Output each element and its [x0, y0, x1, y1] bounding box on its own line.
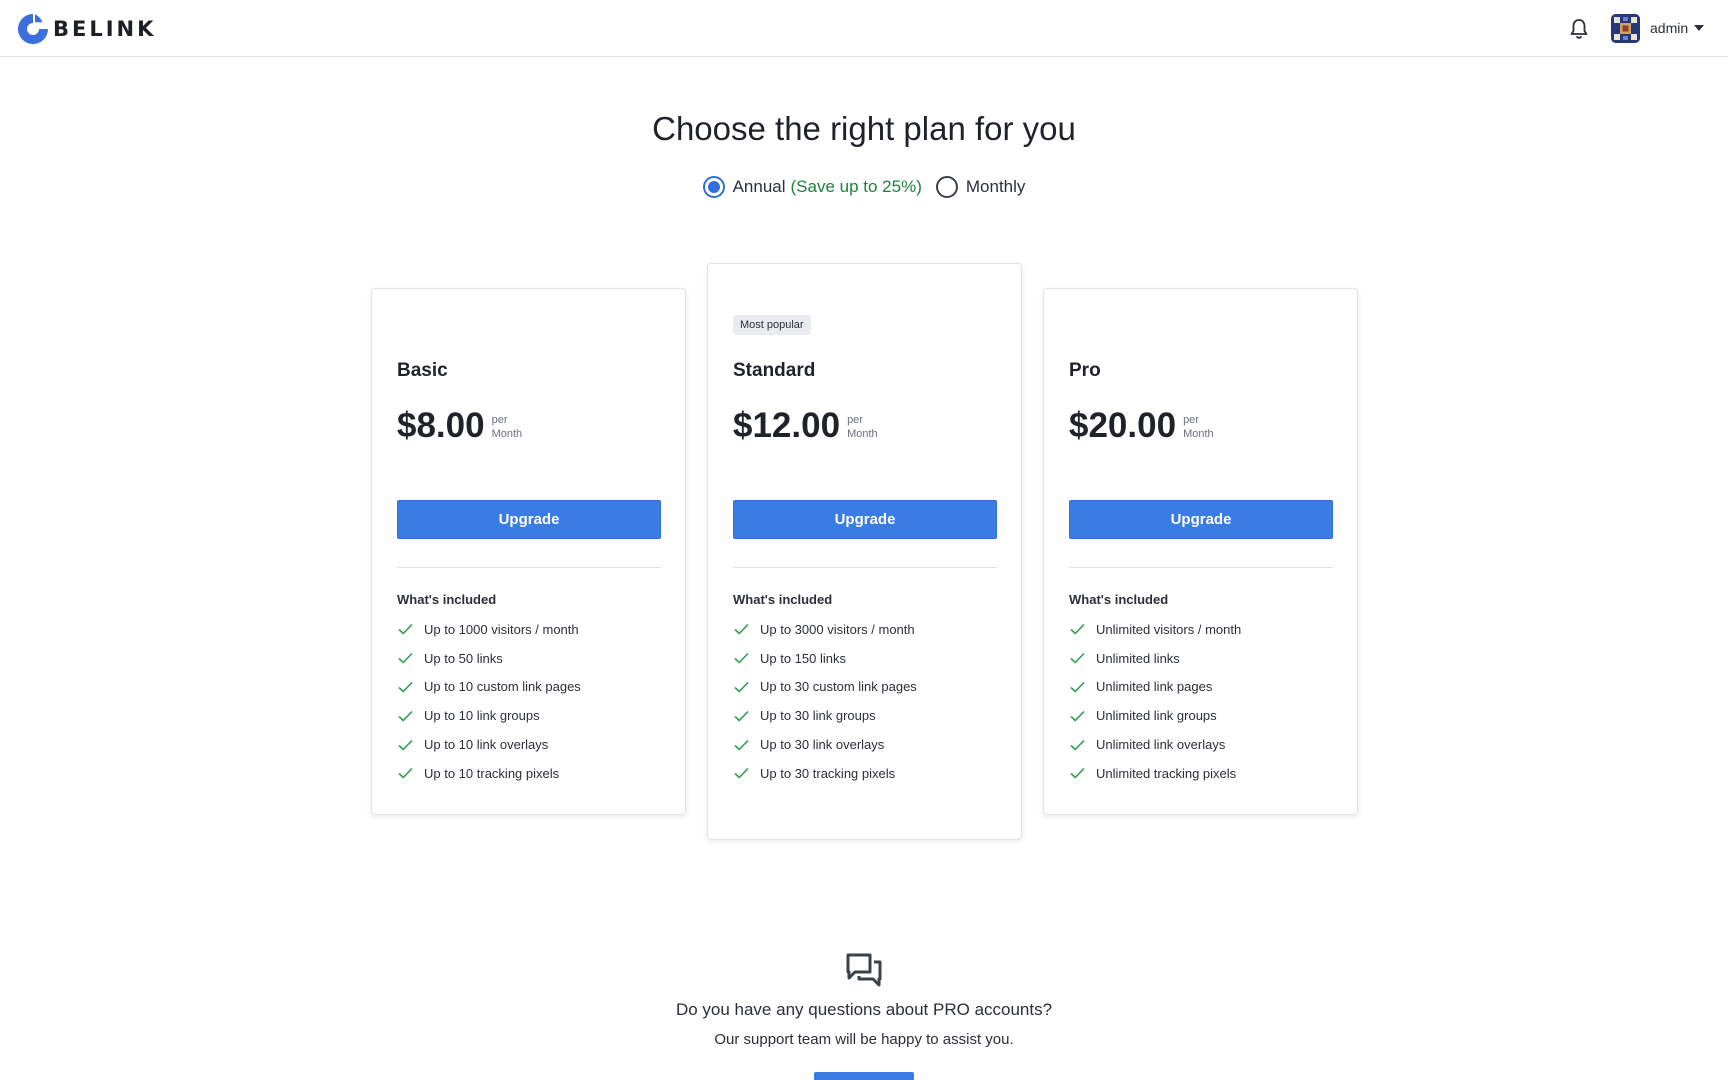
feature-item: Up to 30 link groups — [733, 701, 997, 730]
divider — [733, 567, 997, 568]
annual-radio[interactable] — [702, 176, 725, 198]
price-row: $12.00 per Month — [733, 406, 997, 446]
contact-support-button[interactable] — [814, 1072, 914, 1080]
check-icon — [398, 739, 413, 751]
feature-item: Unlimited link overlays — [1069, 730, 1333, 759]
plan-name: Basic — [397, 360, 448, 381]
feature-item: Up to 30 tracking pixels — [733, 759, 997, 788]
check-icon — [1070, 710, 1085, 722]
monthly-radio[interactable] — [935, 176, 958, 198]
billing-period-toggle: Annual (Save up to 25%) Monthly — [0, 176, 1728, 198]
whats-included-heading: What's included — [397, 592, 497, 607]
upgrade-button[interactable]: Upgrade — [1069, 500, 1333, 539]
check-icon — [734, 768, 749, 779]
plan-price: $8.00 — [397, 406, 485, 445]
plan-card-standard: Most popular Standard $12.00 per Month U… — [707, 263, 1022, 840]
plan-card-pro: Pro $20.00 per Month Upgrade What's incl… — [1043, 288, 1358, 815]
check-icon — [1070, 653, 1085, 664]
avatar[interactable] — [1611, 14, 1640, 43]
user-name[interactable]: admin — [1650, 20, 1688, 36]
avatar-image — [1611, 14, 1640, 43]
feature-item: Up to 30 link overlays — [733, 730, 997, 759]
feature-list: Up to 1000 visitors / month Up to 50 lin… — [397, 615, 661, 788]
check-icon — [398, 624, 413, 636]
feature-item: Unlimited visitors / month — [1069, 615, 1333, 644]
annual-option[interactable]: Annual (Save up to 25%) — [702, 176, 922, 198]
plan-name: Standard — [733, 360, 816, 381]
price-period: per Month — [847, 413, 878, 441]
check-icon — [1070, 624, 1085, 636]
feature-item: Unlimited link pages — [1069, 673, 1333, 702]
plan-card-basic: Basic $8.00 per Month Upgrade What's inc… — [371, 288, 686, 815]
price-unit: Month — [1183, 428, 1214, 440]
check-icon — [734, 710, 749, 722]
plan-name: Pro — [1069, 360, 1101, 381]
price-row: $8.00 per Month — [397, 406, 661, 446]
feature-list: Unlimited visitors / month Unlimited lin… — [1069, 615, 1333, 788]
feature-item: Unlimited link groups — [1069, 701, 1333, 730]
whats-included-heading: What's included — [1069, 592, 1169, 607]
price-per: per — [1183, 414, 1199, 426]
belink-logo-icon — [18, 14, 48, 44]
check-icon — [1070, 768, 1085, 779]
feature-item: Up to 3000 visitors / month — [733, 615, 997, 644]
upgrade-button[interactable]: Upgrade — [733, 500, 997, 539]
feature-list: Up to 3000 visitors / month Up to 150 li… — [733, 615, 997, 788]
check-icon — [734, 624, 749, 636]
support-question: Do you have any questions about PRO acco… — [675, 1000, 1053, 1019]
price-per: per — [491, 414, 508, 426]
price-period: per Month — [1183, 413, 1214, 441]
annual-savings-note: (Save up to 25%) — [790, 177, 922, 196]
bell-icon[interactable] — [1569, 18, 1589, 40]
chat-bubbles-icon — [846, 953, 882, 987]
caret-down-icon[interactable] — [1694, 25, 1704, 31]
feature-item: Up to 150 links — [733, 644, 997, 673]
monthly-option[interactable]: Monthly — [935, 176, 1026, 198]
feature-item: Up to 1000 visitors / month — [397, 615, 661, 644]
brand-logo[interactable]: BELINK — [17, 12, 156, 46]
check-icon — [734, 739, 749, 751]
feature-item: Up to 10 custom link pages — [397, 673, 661, 702]
divider — [1069, 567, 1333, 568]
feature-item: Up to 10 link groups — [397, 701, 661, 730]
divider — [397, 567, 661, 568]
feature-item: Up to 30 custom link pages — [733, 673, 997, 702]
support-subtitle: Our support team will be happy to assist… — [714, 1031, 1014, 1048]
check-icon — [398, 681, 413, 693]
price-per: per — [847, 414, 863, 426]
whats-included-heading: What's included — [733, 592, 833, 607]
feature-item: Up to 10 link overlays — [397, 730, 661, 759]
brand-name: BELINK — [53, 17, 157, 41]
plan-price: $12.00 — [733, 406, 841, 445]
check-icon — [398, 653, 413, 664]
check-icon — [398, 710, 413, 722]
upgrade-button[interactable]: Upgrade — [397, 500, 661, 539]
price-row: $20.00 per Month — [1069, 406, 1333, 446]
monthly-label: Monthly — [965, 177, 1026, 196]
most-popular-badge: Most popular — [733, 315, 811, 335]
page-title: Choose the right plan for you — [652, 110, 1076, 147]
annual-label: Annual — [732, 177, 786, 196]
check-icon — [398, 768, 413, 779]
feature-item: Unlimited links — [1069, 644, 1333, 673]
top-navigation-bar: BELINK admin — [0, 0, 1728, 57]
plan-price: $20.00 — [1069, 406, 1177, 445]
price-unit: Month — [847, 428, 878, 440]
feature-item: Unlimited tracking pixels — [1069, 759, 1333, 788]
price-unit: Month — [491, 428, 523, 440]
price-period: per Month — [492, 413, 523, 441]
feature-item: Up to 10 tracking pixels — [397, 759, 661, 788]
check-icon — [734, 653, 749, 664]
check-icon — [1070, 681, 1085, 693]
feature-item: Up to 50 links — [397, 644, 661, 673]
check-icon — [734, 681, 749, 693]
check-icon — [1070, 739, 1085, 751]
